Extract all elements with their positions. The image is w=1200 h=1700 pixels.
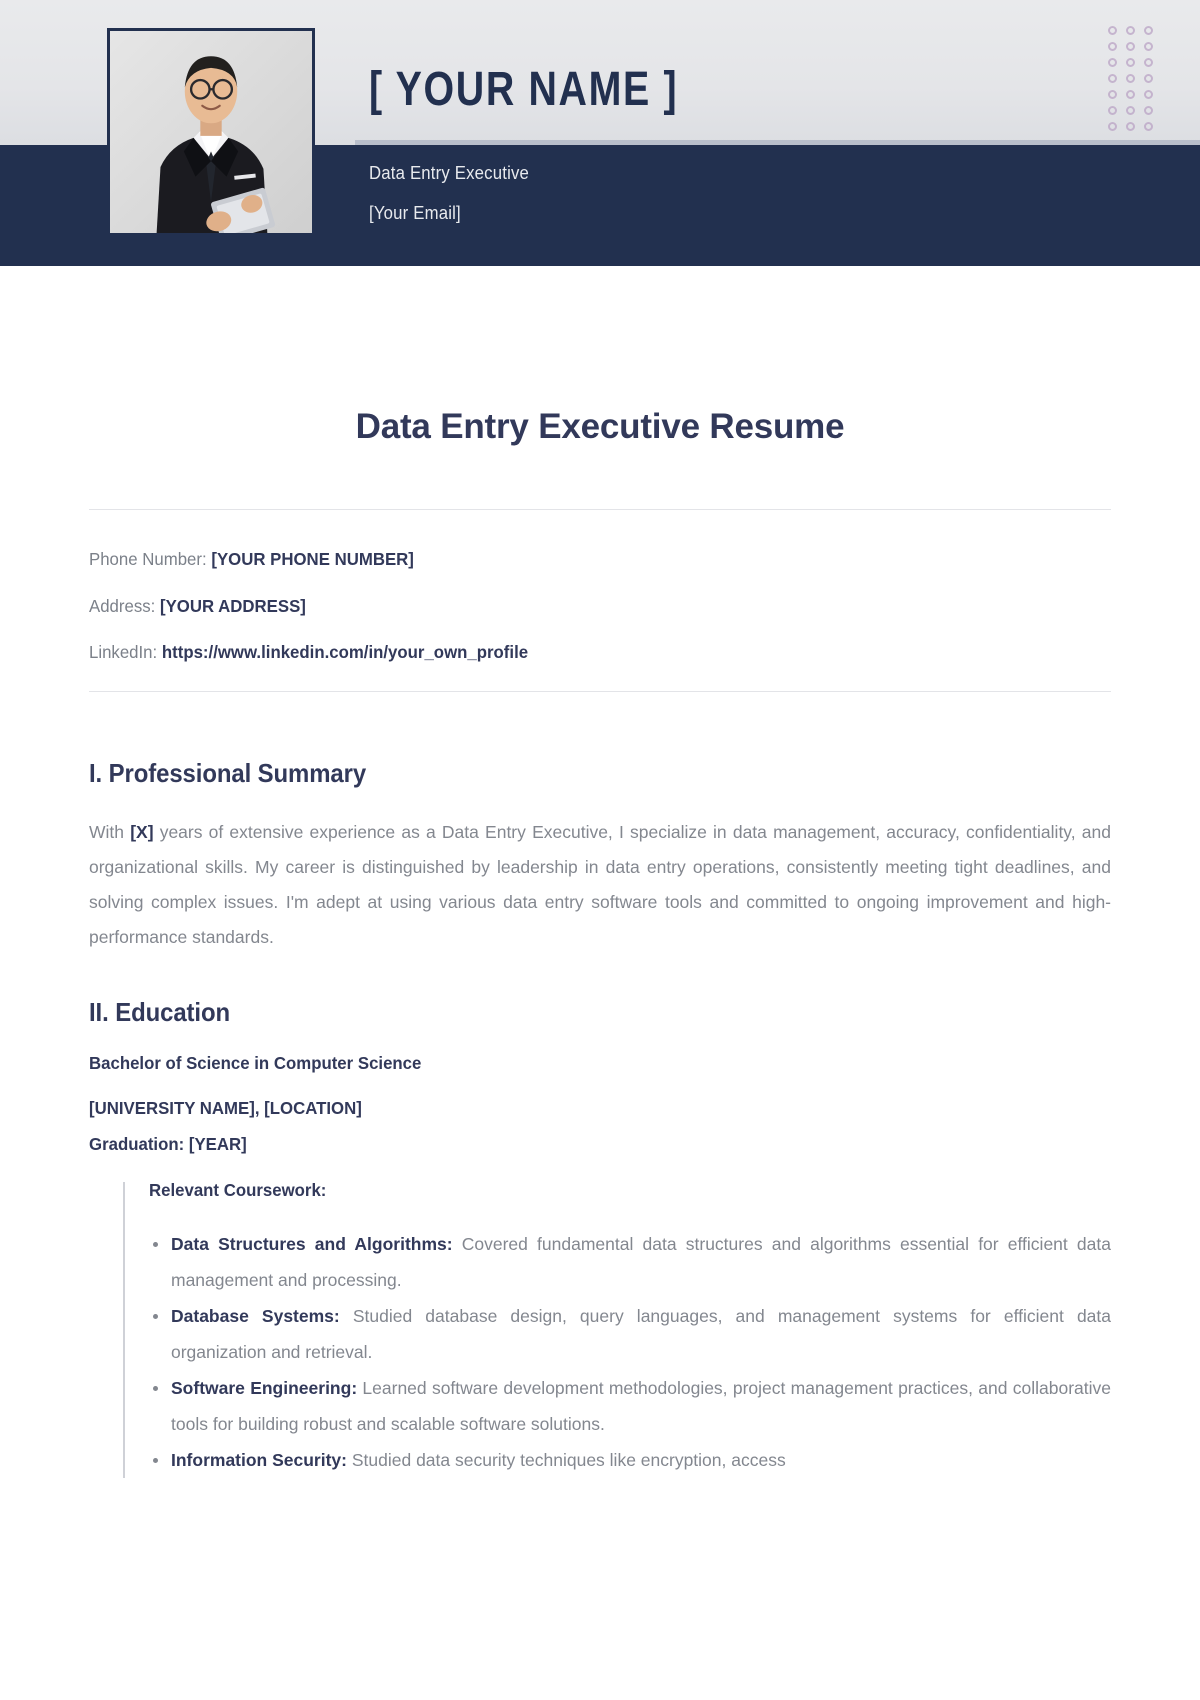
coursework-item-description: Studied data security techniques like en… xyxy=(347,1449,786,1470)
dot-icon xyxy=(1108,58,1117,67)
dot-icon xyxy=(1144,90,1153,99)
summary-lead-prefix: With xyxy=(89,821,131,842)
coursework-item: Software Engineering: Learned software d… xyxy=(149,1370,1111,1442)
dot-icon xyxy=(1108,90,1117,99)
coursework-item-name: Database Systems: xyxy=(171,1305,340,1326)
resume-body: Data Entry Executive Resume Phone Number… xyxy=(0,266,1200,1478)
dot-grid-decoration xyxy=(1108,26,1162,138)
education-university: [UNIVERSITY NAME], [LOCATION] xyxy=(89,1098,362,1118)
page-title: Data Entry Executive Resume xyxy=(355,407,845,446)
coursework-item: Data Structures and Algorithms: Covered … xyxy=(149,1226,1111,1298)
dot-icon xyxy=(1144,42,1153,51)
education-degree: Bachelor of Science in Computer Science xyxy=(89,1052,422,1073)
contact-linkedin: LinkedIn: https://www.linkedin.com/in/yo… xyxy=(89,642,1070,662)
phone-label: Phone Number: xyxy=(89,549,207,569)
contact-address: Address: [YOUR ADDRESS] xyxy=(89,595,1070,616)
address-label: Address: xyxy=(89,595,156,616)
coursework-item-name: Data Structures and Algorithms: xyxy=(171,1233,453,1254)
resume-header: [ YOUR NAME ] Data Entry Executive [Your… xyxy=(0,0,1200,266)
dot-icon xyxy=(1144,74,1153,83)
dot-icon xyxy=(1126,74,1135,83)
dot-icon xyxy=(1126,42,1135,51)
dot-icon xyxy=(1144,122,1153,131)
dot-icon xyxy=(1108,26,1117,35)
job-title: Data Entry Executive xyxy=(369,163,530,183)
summary-years-placeholder: [X] xyxy=(130,821,154,842)
candidate-name-text: [ YOUR NAME ] xyxy=(369,63,679,116)
profile-photo xyxy=(107,28,315,236)
email-placeholder: [Your Email] xyxy=(369,203,461,223)
summary-paragraph: With [X] years of extensive experience a… xyxy=(89,815,1111,955)
coursework-list: Data Structures and Algorithms: Covered … xyxy=(149,1226,1111,1478)
dot-icon xyxy=(1126,106,1135,115)
divider-bottom xyxy=(89,690,1111,692)
divider-top xyxy=(89,509,1111,510)
section-heading-summary: I. Professional Summary xyxy=(89,757,367,788)
candidate-name: [ YOUR NAME ] xyxy=(369,66,746,114)
dot-icon xyxy=(1126,122,1135,131)
address-value: [YOUR ADDRESS] xyxy=(159,595,306,616)
summary-body-text: years of extensive experience as a Data … xyxy=(89,821,1111,947)
linkedin-value[interactable]: https://www.linkedin.com/in/your_own_pro… xyxy=(162,642,528,662)
education-graduation: Graduation: [YEAR] xyxy=(89,1133,247,1154)
coursework-item: Database Systems: Studied database desig… xyxy=(149,1298,1111,1370)
dot-icon xyxy=(1126,90,1135,99)
dot-icon xyxy=(1144,106,1153,115)
contact-phone: Phone Number: [YOUR PHONE NUMBER] xyxy=(89,549,1070,569)
headshot-photo-icon xyxy=(110,31,312,233)
coursework-item: Information Security: Studied data secur… xyxy=(149,1442,1111,1478)
linkedin-label: LinkedIn: xyxy=(89,642,158,662)
dot-icon xyxy=(1108,106,1117,115)
coursework-block: Relevant Coursework: Data Structures and… xyxy=(123,1180,1111,1478)
dot-icon xyxy=(1144,58,1153,67)
coursework-label: Relevant Coursework: xyxy=(149,1180,327,1200)
dot-icon xyxy=(1126,26,1135,35)
dot-icon xyxy=(1108,122,1117,131)
dot-icon xyxy=(1126,58,1135,67)
coursework-item-name: Software Engineering: xyxy=(171,1377,358,1398)
coursework-item-name: Information Security: xyxy=(171,1449,347,1470)
dot-icon xyxy=(1144,26,1153,35)
dot-icon xyxy=(1108,74,1117,83)
phone-value: [YOUR PHONE NUMBER] xyxy=(211,549,414,569)
dot-icon xyxy=(1108,42,1117,51)
section-heading-education: II. Education xyxy=(89,996,231,1027)
contact-info: Phone Number: [YOUR PHONE NUMBER] Addres… xyxy=(89,549,1111,662)
